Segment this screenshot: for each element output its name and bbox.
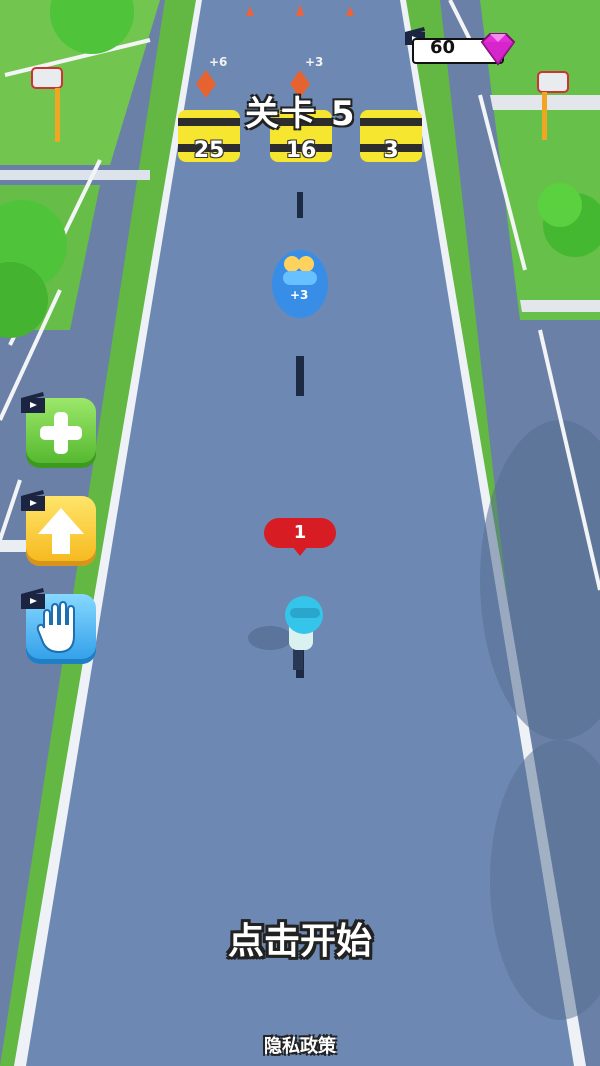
privacy-policy-link[interactable]: 隐私政策: [0, 1032, 600, 1058]
gem-icon: [480, 33, 516, 66]
gem-count: 60: [430, 37, 456, 58]
player-count-badge: 1: [264, 518, 336, 556]
video-clapper-icon: [21, 490, 45, 511]
gem-counter[interactable]: 60: [404, 27, 516, 66]
tap-to-start-prompt[interactable]: 点击开始: [0, 912, 600, 964]
barrel-value: 25: [193, 138, 225, 163]
video-clapper-icon: [21, 392, 45, 413]
barrel-bonus: +3: [305, 55, 324, 69]
level-title: 关卡 5: [245, 94, 357, 134]
barrel-bonus: +6: [209, 55, 228, 69]
pickup-label: +3: [290, 288, 309, 302]
barrel-value: 16: [285, 138, 317, 163]
barrel-value: 3: [383, 138, 399, 163]
video-clapper-icon: [21, 588, 45, 609]
